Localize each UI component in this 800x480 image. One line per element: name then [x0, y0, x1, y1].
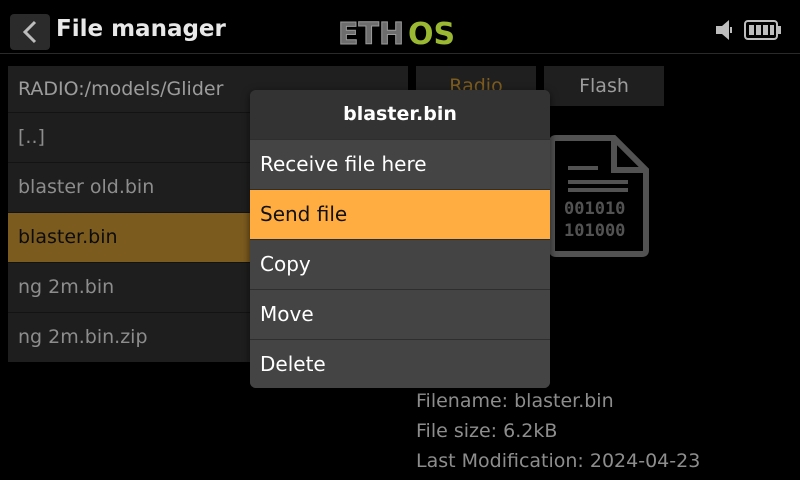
context-menu: blaster.bin Receive file here Send file … [250, 90, 550, 388]
back-button[interactable] [10, 14, 50, 50]
context-menu-title: blaster.bin [250, 90, 550, 139]
menu-item-send-file[interactable]: Send file [250, 189, 550, 239]
menu-item-receive-file[interactable]: Receive file here [250, 139, 550, 189]
header-divider [0, 53, 800, 54]
svg-text:ETH: ETH [338, 17, 404, 50]
battery-icon [744, 20, 782, 40]
menu-item-move[interactable]: Move [250, 289, 550, 339]
ethos-logo: ETH OS [338, 17, 455, 51]
svg-text:OS: OS [408, 17, 455, 50]
status-icons [714, 18, 783, 46]
page-title: File manager [56, 16, 226, 42]
speaker-icon [716, 20, 732, 40]
menu-item-delete[interactable]: Delete [250, 339, 550, 388]
back-arrow-icon [22, 20, 37, 44]
header-bar: File manager ETH OS [0, 0, 800, 56]
menu-item-copy[interactable]: Copy [250, 239, 550, 289]
